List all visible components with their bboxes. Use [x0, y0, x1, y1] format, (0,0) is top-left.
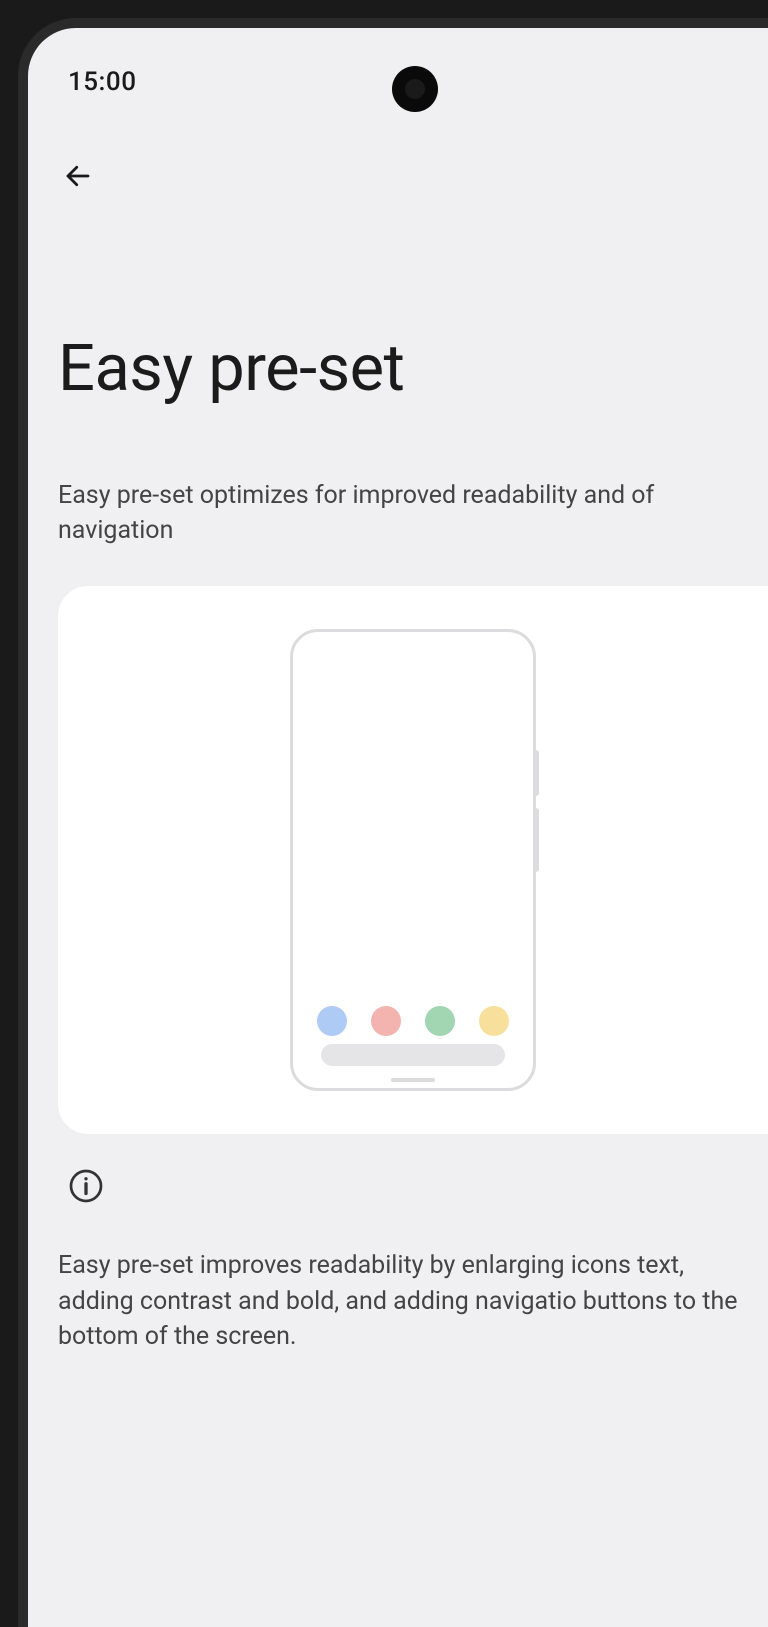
page-title: Easy pre-set: [58, 330, 738, 406]
info-section: Easy pre-set improves readability by enl…: [58, 1168, 738, 1355]
screen: 15:00 Easy pre-set Easy pre-set optimize…: [28, 28, 768, 1627]
phone-icons-row: [293, 1006, 533, 1036]
content-area: Easy pre-set Easy pre-set optimizes for …: [28, 108, 768, 1355]
camera-lens: [405, 79, 425, 99]
phone-side-button: [533, 750, 539, 796]
camera-notch: [392, 66, 438, 112]
phone-side-button: [533, 808, 539, 872]
page-subtitle: Easy pre-set optimizes for improved read…: [58, 478, 738, 548]
back-button[interactable]: [54, 152, 102, 200]
device-bezel: 15:00 Easy pre-set Easy pre-set optimize…: [18, 18, 768, 1627]
app-icon-yellow: [479, 1006, 509, 1036]
info-text: Easy pre-set improves readability by enl…: [58, 1248, 738, 1355]
back-arrow-icon: [63, 161, 93, 191]
device-frame: 15:00 Easy pre-set Easy pre-set optimize…: [0, 0, 768, 1627]
status-time: 15:00: [68, 67, 136, 97]
app-icon-green: [425, 1006, 455, 1036]
info-icon: [68, 1168, 104, 1204]
search-bar-placeholder: [321, 1044, 505, 1066]
phone-diagram: [290, 629, 536, 1091]
home-indicator: [391, 1078, 435, 1082]
app-icon-blue: [317, 1006, 347, 1036]
app-icon-red: [371, 1006, 401, 1036]
preview-card: [58, 586, 768, 1134]
